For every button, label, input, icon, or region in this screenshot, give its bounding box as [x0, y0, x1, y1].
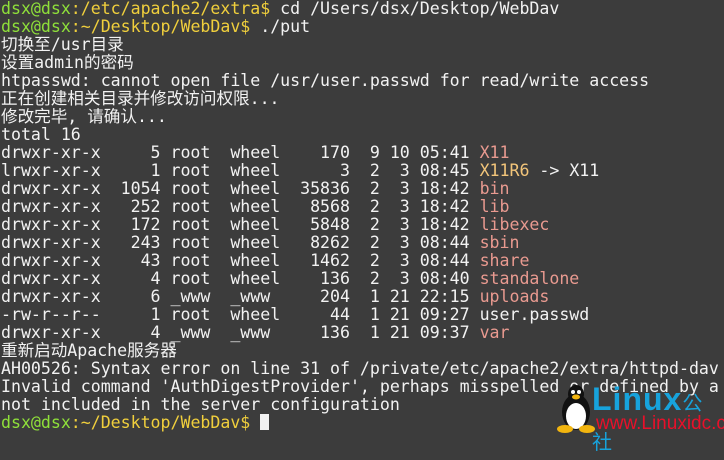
output-text: not included in the server configuration	[1, 395, 400, 414]
watermark-url: www.Linuxidc.com	[596, 413, 724, 434]
terminal-cursor	[260, 414, 270, 430]
terminal-line: drwxr-xr-x 43 root wheel 1462 2 3 08:44 …	[1, 252, 719, 270]
output-text: ./put	[250, 17, 311, 36]
terminal-line: drwxr-xr-x 252 root wheel 8568 2 3 18:42…	[1, 198, 719, 216]
directory-name: bin	[479, 179, 510, 198]
terminal-line: lrwxr-xr-x 1 root wheel 3 2 3 08:45 X11R…	[1, 162, 719, 180]
terminal-line: drwxr-xr-x 243 root wheel 8262 2 3 08:44…	[1, 234, 719, 252]
output-text: drwxr-xr-x 5 root wheel 170 9 10 05:41	[1, 143, 480, 162]
terminal-line: 修改完毕, 请确认...	[1, 108, 719, 126]
directory-name: var	[479, 323, 510, 342]
prompt-path: :/etc/apache2/extra$	[70, 0, 271, 18]
terminal-line: 设置admin的密码	[1, 54, 719, 72]
prompt-user: dsx@dsx	[1, 0, 71, 18]
terminal-line: total 16	[1, 126, 719, 144]
output-text: -rw-r--r-- 1 root wheel 44 1 21 09:27 us…	[1, 305, 590, 324]
directory-name: sbin	[479, 233, 520, 252]
tux-penguin-icon	[557, 385, 595, 433]
terminal-line: 切换至/usr目录	[1, 36, 719, 54]
terminal-line: drwxr-xr-x 4 _www _www 136 1 21 09:37 va…	[1, 324, 719, 342]
output-text: cd /Users/dsx/Desktop/WebDav	[270, 0, 560, 18]
output-text: drwxr-xr-x 43 root wheel 1462 2 3 08:44	[1, 251, 480, 270]
directory-name: standalone	[479, 269, 580, 288]
watermark-brand-text: Linux	[592, 381, 683, 417]
watermark-logo: Linux公社 www.Linuxidc.com	[552, 381, 724, 454]
terminal-line: AH00526: Syntax error on line 31 of /pri…	[1, 360, 719, 378]
output-text: AH00526: Syntax error on line 31 of /pri…	[1, 359, 719, 378]
prompt-user: dsx@dsx	[1, 17, 71, 36]
output-text: 修改完毕, 请确认...	[1, 107, 167, 126]
output-text: total 16	[1, 125, 81, 144]
output-text: -> X11	[529, 161, 600, 180]
terminal-line: drwxr-xr-x 5 root wheel 170 9 10 05:41 X…	[1, 144, 719, 162]
terminal-line: drwxr-xr-x 6 _www _www 204 1 21 22:15 up…	[1, 288, 719, 306]
terminal-line: 正在创建相关目录并修改访问权限...	[1, 90, 719, 108]
directory-name: lib	[479, 197, 510, 216]
prompt-path: :~/Desktop/WebDav$	[70, 413, 251, 432]
output-text: drwxr-xr-x 1054 root wheel 35836 2 3 18:…	[1, 179, 480, 198]
prompt-user: dsx@dsx	[1, 413, 71, 432]
output-text: drwxr-xr-x 243 root wheel 8262 2 3 08:44	[1, 233, 480, 252]
output-text: htpasswd: cannot open file /usr/user.pas…	[1, 71, 650, 90]
terminal-line: drwxr-xr-x 4 root wheel 136 2 3 08:40 st…	[1, 270, 719, 288]
output-text: 正在创建相关目录并修改访问权限...	[1, 89, 280, 108]
output-text: drwxr-xr-x 4 root wheel 136 2 3 08:40	[1, 269, 480, 288]
output-text: drwxr-xr-x 6 _www _www 204 1 21 22:15	[1, 287, 480, 306]
terminal-line: htpasswd: cannot open file /usr/user.pas…	[1, 72, 719, 90]
terminal-line: dsx@dsx:~/Desktop/WebDav$ ./put	[1, 18, 719, 36]
directory-name: share	[479, 251, 530, 270]
terminal-line: 重新启动Apache服务器	[1, 342, 719, 360]
symlink-name: X11R6	[479, 161, 530, 180]
terminal-line: dsx@dsx:/etc/apache2/extra$ cd /Users/ds…	[1, 0, 719, 18]
terminal-line: -rw-r--r-- 1 root wheel 44 1 21 09:27 us…	[1, 306, 719, 324]
output-text: drwxr-xr-x 172 root wheel 5848 2 3 18:42	[1, 215, 480, 234]
directory-name: X11	[479, 143, 510, 162]
output-text: 设置admin的密码	[1, 53, 134, 72]
prompt-path: :~/Desktop/WebDav$	[70, 17, 251, 36]
terminal-line: drwxr-xr-x 172 root wheel 5848 2 3 18:42…	[1, 216, 719, 234]
output-text: 重新启动Apache服务器	[1, 341, 177, 360]
terminal-line: drwxr-xr-x 1054 root wheel 35836 2 3 18:…	[1, 180, 719, 198]
directory-name: libexec	[479, 215, 550, 234]
output-text: 切换至/usr目录	[1, 35, 124, 54]
output-text: lrwxr-xr-x 1 root wheel 3 2 3 08:45	[1, 161, 480, 180]
directory-name: uploads	[479, 287, 550, 306]
output-text: drwxr-xr-x 252 root wheel 8568 2 3 18:42	[1, 197, 480, 216]
terminal-output[interactable]: dsx@dsx:/etc/apache2/extra$ cd /Users/ds…	[1, 0, 719, 432]
output-text: drwxr-xr-x 4 _www _www 136 1 21 09:37	[1, 323, 480, 342]
